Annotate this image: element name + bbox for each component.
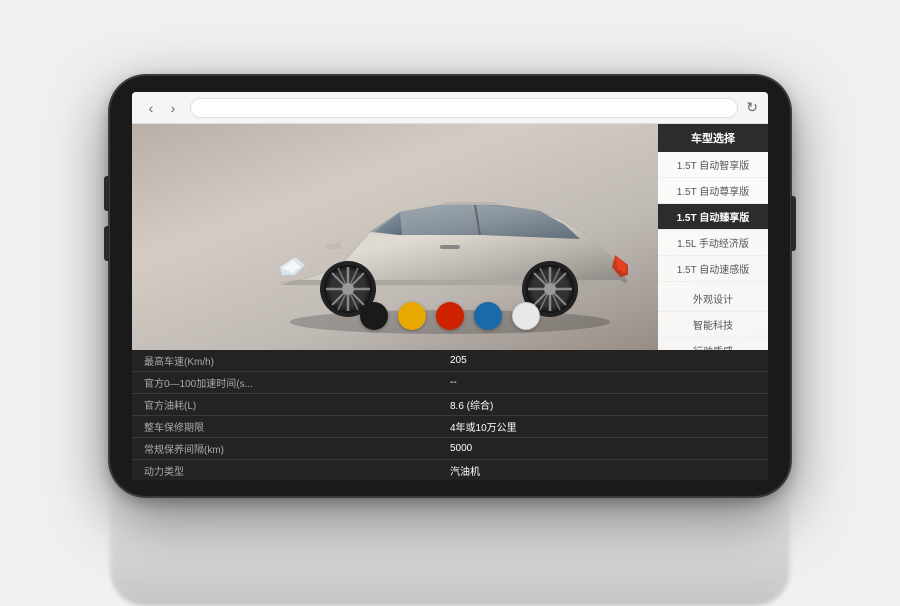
panel-item-4[interactable]: 1.5T 自动速感版 — [658, 256, 768, 282]
screen: ‹ › ↻ — [132, 92, 768, 480]
car-area: 车型选择 1.5T 自动智享版 1.5T 自动尊享版 1.5T 自动臻享版 1.… — [132, 124, 768, 350]
spec-label-3: 整车保修期限 — [144, 419, 450, 434]
spec-row-0: 最高车速(Km/h) 205 — [132, 350, 768, 372]
back-button[interactable]: ‹ — [142, 99, 160, 117]
spec-value-3: 4年或10万公里 — [450, 419, 756, 434]
panel-cat-2[interactable]: 行驶质感 — [658, 338, 768, 350]
spec-value-0: 205 — [450, 355, 756, 366]
panel-cat-1[interactable]: 智能科技 — [658, 312, 768, 338]
right-panel: 车型选择 1.5T 自动智享版 1.5T 自动尊享版 1.5T 自动臻享版 1.… — [658, 124, 768, 350]
spec-value-5: 汽油机 — [450, 463, 756, 478]
phone-body: ‹ › ↻ — [110, 76, 790, 496]
reload-button[interactable]: ↻ — [746, 99, 758, 116]
spec-value-2: 8.6 (综合) — [450, 397, 756, 412]
browser-nav: ‹ › — [142, 99, 182, 117]
spec-value-1: -- — [450, 377, 756, 388]
swatch-black[interactable] — [360, 302, 388, 330]
spec-row-4: 常规保养间隔(km) 5000 — [132, 438, 768, 460]
panel-cat-0[interactable]: 外观设计 — [658, 286, 768, 312]
spec-row-3: 整车保修期限 4年或10万公里 — [132, 416, 768, 438]
panel-title: 车型选择 — [658, 124, 768, 152]
spec-label-0: 最高车速(Km/h) — [144, 353, 450, 368]
panel-item-1[interactable]: 1.5T 自动尊享版 — [658, 178, 768, 204]
screen-content: 车型选择 1.5T 自动智享版 1.5T 自动尊享版 1.5T 自动臻享版 1.… — [132, 124, 768, 480]
spec-row-5: 动力类型 汽油机 — [132, 460, 768, 480]
swatch-red[interactable] — [436, 302, 464, 330]
color-swatches — [360, 302, 540, 330]
phone-reflection — [110, 486, 790, 606]
spec-label-4: 常规保养间隔(km) — [144, 441, 450, 456]
swatch-blue[interactable] — [474, 302, 502, 330]
swatch-yellow[interactable] — [398, 302, 426, 330]
swatch-white[interactable] — [512, 302, 540, 330]
spec-label-1: 官方0—100加速时间(s... — [144, 375, 450, 390]
url-bar[interactable] — [190, 98, 738, 118]
spec-label-5: 动力类型 — [144, 463, 450, 478]
browser-bar: ‹ › ↻ — [132, 92, 768, 124]
forward-button[interactable]: › — [164, 99, 182, 117]
panel-item-2[interactable]: 1.5T 自动臻享版 — [658, 204, 768, 230]
phone-container: ‹ › ↻ — [60, 26, 840, 546]
spec-label-2: 官方油耗(L) — [144, 397, 450, 412]
panel-item-0[interactable]: 1.5T 自动智享版 — [658, 152, 768, 178]
panel-item-3[interactable]: 1.5L 手动经济版 — [658, 230, 768, 256]
specs-area: 最高车速(Km/h) 205 官方0—100加速时间(s... -- 官方油耗(… — [132, 350, 768, 480]
spec-row-1: 官方0—100加速时间(s... -- — [132, 372, 768, 394]
spec-row-2: 官方油耗(L) 8.6 (综合) — [132, 394, 768, 416]
spec-value-4: 5000 — [450, 443, 756, 454]
